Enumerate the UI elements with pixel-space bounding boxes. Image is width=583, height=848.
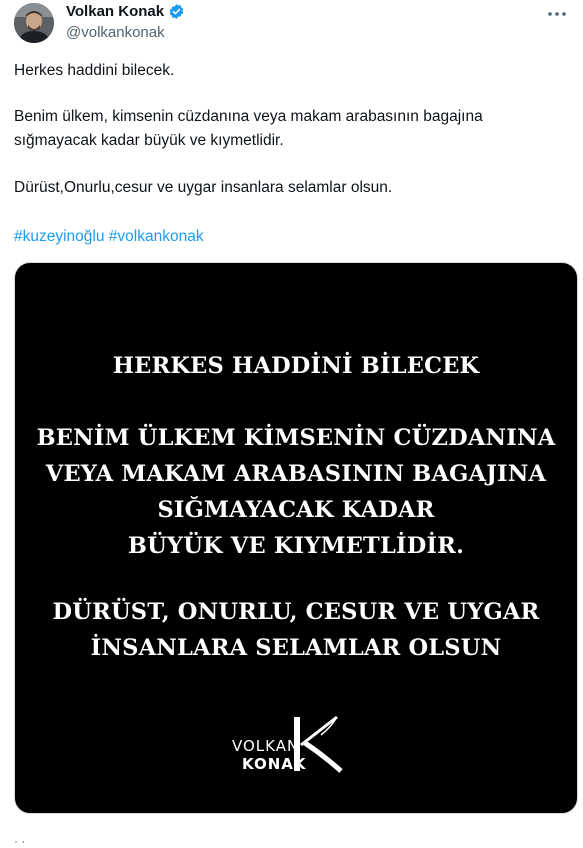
image-text-line: BÜYÜK VE KIYMETLİDİR.	[127, 533, 465, 559]
image-text-line: HERKES HADDİNİ BİLECEK	[112, 353, 480, 379]
author-display-name[interactable]: Volkan Konak	[66, 3, 164, 20]
more-options-icon[interactable]	[545, 4, 569, 24]
image-text-line: DÜRÜST, ONURLU, CESUR VE UYGAR	[52, 599, 540, 625]
author-name-row: Volkan Konak	[66, 3, 185, 20]
tweet-text-line: Benim ülkem, kimsenin cüzdanına veya mak…	[14, 108, 483, 125]
tweet-image[interactable]: HERKES HADDİNİ BİLECEK BENİM ÜLKEM KİMSE…	[14, 262, 578, 814]
logo-k-mark-icon	[294, 715, 343, 773]
avatar-image	[14, 3, 54, 43]
image-text-line: BENİM ÜLKEM KİMSENİN CÜZDANINA	[36, 425, 556, 451]
verified-badge-icon[interactable]	[168, 3, 185, 20]
avatar[interactable]	[14, 3, 54, 43]
tweet-text-line: Herkes haddini bilecek.	[14, 62, 175, 79]
hashtag-link[interactable]: #kuzeyinoğlu	[14, 228, 104, 245]
image-text-line: İNSANLARA SELAMLAR OLSUN	[90, 635, 502, 661]
hashtag-link[interactable]: #volkankonak	[109, 228, 204, 245]
image-text-line: SIĞMAYACAK KADAR	[157, 497, 435, 523]
hashtag-row: #kuzeyinoğlu #volkankonak	[14, 226, 204, 248]
truncated-content: · ·	[14, 834, 26, 848]
tweet-text-line: sığmayacak kadar büyük ve kıymetlidir.	[14, 132, 284, 149]
image-text-line: VEYA MAKAM ARABASININ BAGAJINA	[45, 461, 547, 487]
logo-first-word: VOLKAN	[232, 737, 300, 755]
author-handle[interactable]: @volkankonak	[66, 24, 165, 41]
tweet-text-line: Dürüst,Onurlu,cesur ve uygar insanlara s…	[14, 179, 393, 196]
